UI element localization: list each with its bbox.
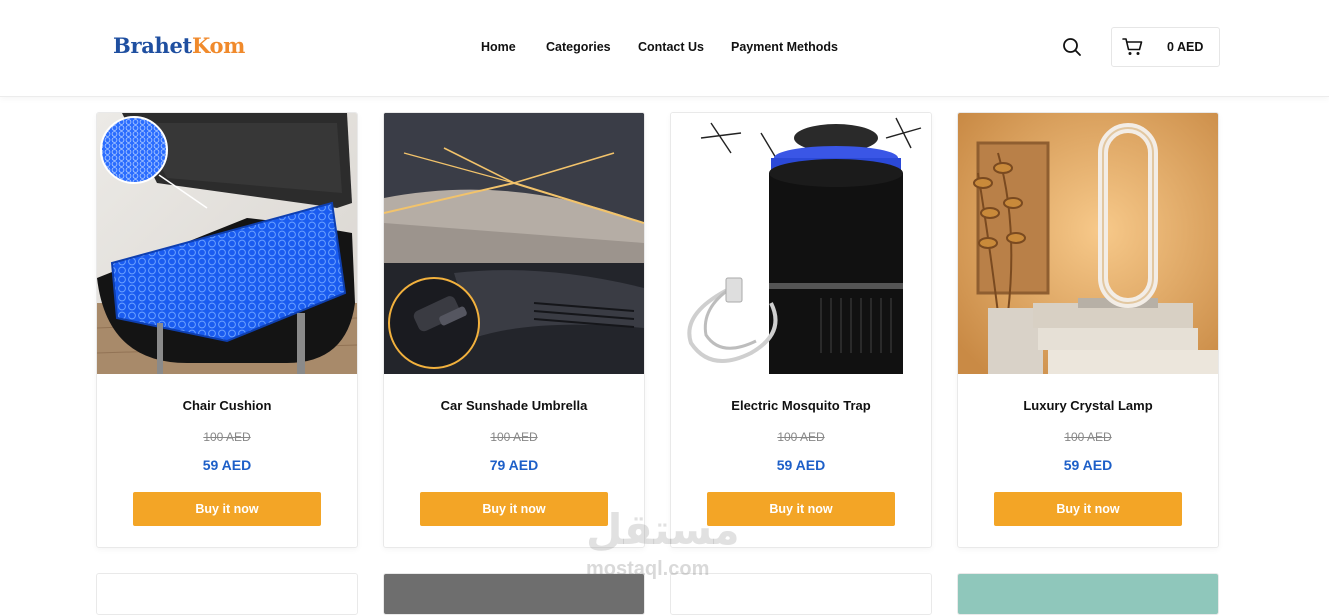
product-name[interactable]: Luxury Crystal Lamp xyxy=(958,398,1218,413)
buy-now-button[interactable]: Buy it now xyxy=(133,492,321,526)
site-header: BrahetKom Home Categories Contact Us Pay… xyxy=(0,0,1329,97)
product-image-electric-mosquito-trap[interactable] xyxy=(671,113,931,374)
product-old-price: 100 AED xyxy=(777,430,825,444)
product-image-chair-cushion[interactable] xyxy=(97,113,357,374)
product-card: Car Sunshade Umbrella 100 AED 79 AED Buy… xyxy=(383,112,645,548)
buy-now-button[interactable]: Buy it now xyxy=(707,492,895,526)
search-icon[interactable] xyxy=(1061,36,1083,58)
buy-now-button[interactable]: Buy it now xyxy=(420,492,608,526)
logo-text-kom: Kom xyxy=(191,33,246,58)
product-card-partial[interactable] xyxy=(957,573,1219,615)
product-card-partial[interactable] xyxy=(383,573,645,615)
product-card: Chair Cushion 100 AED 59 AED Buy it now xyxy=(96,112,358,548)
cart-button[interactable]: 0 AED xyxy=(1111,27,1220,67)
product-card-partial[interactable] xyxy=(96,573,358,615)
product-name[interactable]: Electric Mosquito Trap xyxy=(671,398,931,413)
product-old-price: 100 AED xyxy=(490,430,538,444)
product-price: 59 AED xyxy=(1063,457,1113,473)
product-old-price: 100 AED xyxy=(1064,430,1112,444)
buy-now-button[interactable]: Buy it now xyxy=(994,492,1182,526)
nav-payment-methods[interactable]: Payment Methods xyxy=(731,40,838,54)
cart-icon xyxy=(1122,38,1143,55)
product-card: Luxury Crystal Lamp 100 AED 59 AED Buy i… xyxy=(957,112,1219,548)
nav-categories[interactable]: Categories xyxy=(546,40,611,54)
product-price: 59 AED xyxy=(776,457,826,473)
product-name[interactable]: Car Sunshade Umbrella xyxy=(384,398,644,413)
product-image-car-sunshade-umbrella[interactable] xyxy=(384,113,644,374)
nav-home[interactable]: Home xyxy=(481,40,516,54)
logo-text-brahet: Brahet xyxy=(113,33,192,58)
cart-total: 0 AED xyxy=(1167,40,1204,54)
product-image-luxury-crystal-lamp[interactable] xyxy=(958,113,1218,374)
site-logo[interactable]: BrahetKom xyxy=(113,33,245,58)
product-card: Electric Mosquito Trap 100 AED 59 AED Bu… xyxy=(670,112,932,548)
nav-contact-us[interactable]: Contact Us xyxy=(638,40,704,54)
product-name[interactable]: Chair Cushion xyxy=(97,398,357,413)
product-card-partial[interactable] xyxy=(670,573,932,615)
product-price: 79 AED xyxy=(489,457,539,473)
product-old-price: 100 AED xyxy=(203,430,251,444)
product-price: 59 AED xyxy=(202,457,252,473)
